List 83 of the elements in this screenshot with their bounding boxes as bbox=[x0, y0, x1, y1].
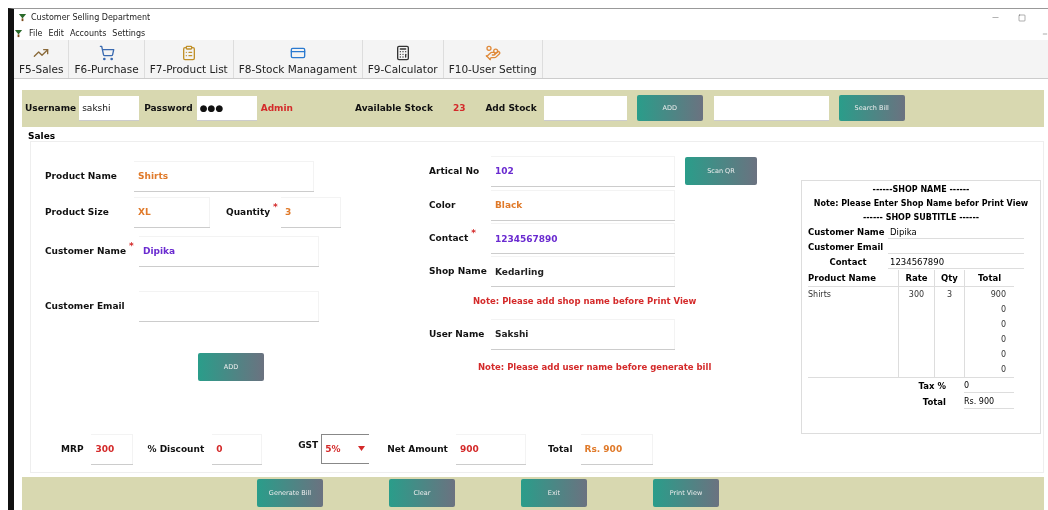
table-cell: 300 bbox=[898, 286, 934, 302]
add-stock-field[interactable] bbox=[543, 96, 627, 121]
input-field[interactable]: Sakshi bbox=[491, 318, 675, 349]
receipt-label: Customer Email bbox=[808, 242, 885, 253]
group-title: Sales bbox=[28, 130, 57, 141]
field-label: Password bbox=[144, 103, 193, 114]
menu-item[interactable]: File bbox=[29, 28, 43, 38]
receipt-value: Dipika bbox=[888, 225, 1024, 240]
table-cell: 0 bbox=[964, 361, 1014, 377]
input-field[interactable]: 1234567890 bbox=[491, 223, 675, 254]
input-field[interactable]: 300 bbox=[91, 433, 134, 464]
receipt-value: Rs. 900 bbox=[964, 394, 1014, 410]
receipt-label: Total bbox=[922, 396, 946, 407]
role-text: Admin bbox=[260, 103, 293, 114]
app-logo-icon bbox=[18, 13, 27, 23]
receipt-value: 0 bbox=[964, 378, 1014, 394]
field-label: Product Name bbox=[45, 170, 118, 181]
column-header: Qty bbox=[934, 269, 964, 287]
input-field[interactable]: 0 bbox=[212, 433, 263, 464]
note-text: Note: Please add shop name before Print View bbox=[473, 295, 697, 306]
clipboard-icon bbox=[180, 44, 197, 61]
field-label: Customer Email bbox=[45, 300, 126, 311]
username-field[interactable]: sakshi bbox=[79, 96, 140, 121]
field-label: Product Size bbox=[45, 206, 110, 217]
field-label: Shop Name bbox=[429, 266, 488, 277]
toolbar-button[interactable]: F6-Purchase bbox=[69, 40, 145, 78]
table-cell: 0 bbox=[964, 331, 1014, 347]
receipt-label: Customer Name bbox=[808, 227, 886, 238]
note-text: Note: Please add user name before generate bill bbox=[478, 361, 712, 372]
field-label: Add Stock bbox=[485, 103, 537, 114]
field-label: GST bbox=[298, 439, 319, 450]
column-header: Total bbox=[964, 269, 1014, 287]
input-field[interactable]: Dipika bbox=[139, 235, 319, 266]
field-label: Total bbox=[547, 443, 573, 454]
receipt-subtitle: ------ SHOP SUBTITLE ------ bbox=[861, 211, 981, 224]
field-label: Artical No bbox=[429, 165, 481, 176]
toolbar-button[interactable]: F5-Sales bbox=[14, 40, 70, 78]
hand-coins-icon bbox=[484, 44, 501, 61]
input-field[interactable]: 900 bbox=[455, 433, 526, 464]
stock-count: 23 bbox=[452, 103, 466, 114]
field-label: % Discount bbox=[147, 443, 205, 454]
field-label: MRP bbox=[61, 443, 84, 454]
calculator-icon bbox=[394, 44, 411, 61]
table-cell: 0 bbox=[964, 346, 1014, 362]
minimize-icon[interactable] bbox=[1042, 30, 1048, 37]
password-field[interactable]: ●●● bbox=[196, 96, 257, 121]
toolbar-button[interactable]: F7-Product List bbox=[144, 40, 234, 78]
input-field[interactable] bbox=[139, 290, 319, 321]
menu-item[interactable]: Accounts bbox=[69, 28, 107, 38]
menu-item[interactable]: Settings bbox=[112, 28, 146, 38]
receipt-value: 1234567890 bbox=[888, 255, 1024, 270]
field-label: Available Stock bbox=[355, 103, 433, 114]
menu-item[interactable]: Edit bbox=[48, 28, 64, 38]
receipt-note: Note: Please Enter Shop Name befor Print View bbox=[812, 197, 1030, 210]
required-mark: * bbox=[129, 240, 134, 251]
caret-icon bbox=[358, 446, 366, 452]
receipt-heading: ------SHOP NAME ------ bbox=[871, 183, 971, 196]
field-label: Color bbox=[429, 199, 457, 210]
table-cell: 3 bbox=[934, 286, 964, 302]
column-header: Rate bbox=[898, 269, 934, 287]
receipt-label: Contact bbox=[828, 257, 868, 268]
table-cell: 0 bbox=[964, 301, 1014, 317]
table-cell: 0 bbox=[964, 316, 1014, 332]
field-label: User Name bbox=[429, 328, 486, 339]
app-logo-icon bbox=[14, 28, 23, 38]
input-field[interactable]: 102 bbox=[491, 155, 675, 186]
search-field[interactable] bbox=[713, 96, 829, 121]
receipt-label: Tax % bbox=[918, 380, 946, 391]
toolbar-button[interactable]: F10-User Setting bbox=[443, 40, 543, 78]
field-label: Username bbox=[25, 103, 77, 114]
table-cell: 900 bbox=[964, 286, 1014, 302]
maximize-icon[interactable] bbox=[1018, 13, 1026, 22]
input-field[interactable]: Kedarling bbox=[491, 256, 675, 287]
window-title: Customer Selling Department bbox=[31, 13, 151, 23]
table-cell-text: Shirts bbox=[808, 288, 832, 301]
required-mark: * bbox=[471, 228, 476, 239]
cart-icon bbox=[98, 44, 115, 61]
field-label: Net Amount bbox=[387, 443, 448, 454]
required-mark: * bbox=[273, 201, 278, 212]
toolbar-button[interactable]: F8-Stock Managament bbox=[233, 40, 363, 78]
gst-dropdown[interactable]: 5% bbox=[321, 433, 370, 464]
toolbar-button[interactable]: F9-Calculator bbox=[362, 40, 444, 78]
column-header: Product Name bbox=[808, 269, 898, 287]
